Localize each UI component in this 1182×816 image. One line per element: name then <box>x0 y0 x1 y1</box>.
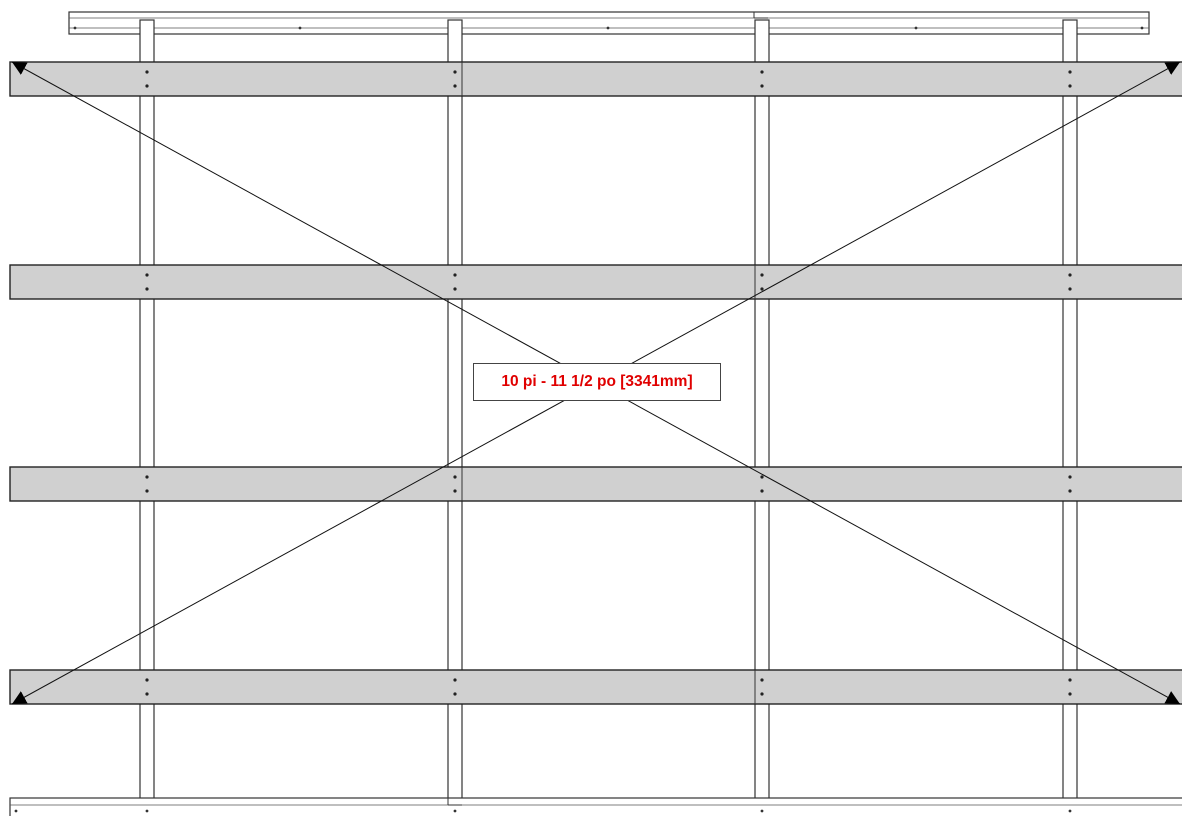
beam-3 <box>9 466 1182 502</box>
bottom-rail <box>9 797 1182 816</box>
beam-4 <box>9 669 1182 705</box>
dimension-label: 10 pi - 11 1/2 po [3341mm] <box>473 363 721 401</box>
beam-2 <box>9 264 1182 300</box>
beam-1 <box>9 61 1182 97</box>
top-rail <box>68 11 1150 35</box>
frame-drawing <box>9 11 1182 816</box>
